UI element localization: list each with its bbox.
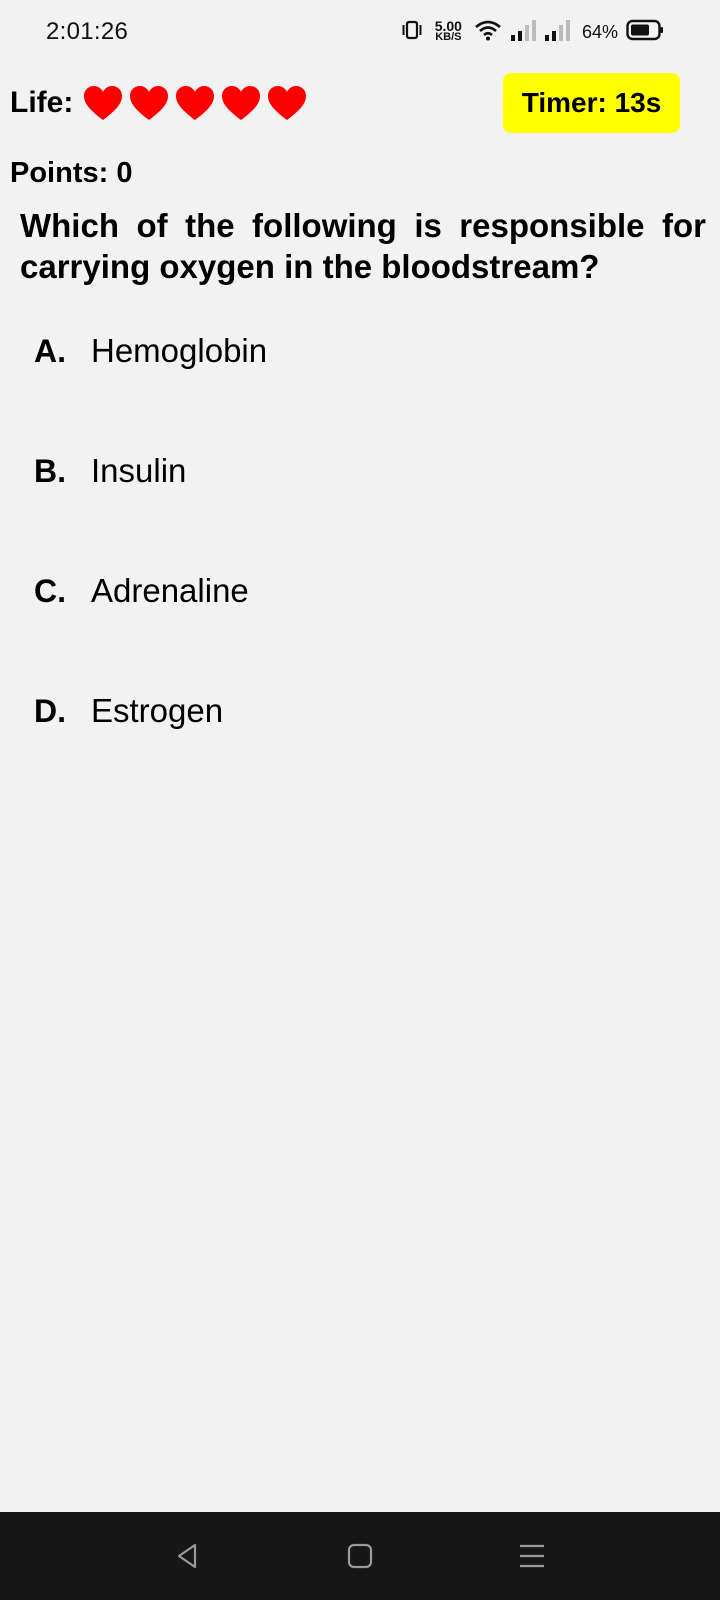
net-speed: 5.00 KB/S [435, 19, 462, 43]
life-indicator: Life: [10, 85, 307, 121]
game-header: Life: Timer: 13s [10, 72, 680, 134]
net-speed-unit: KB/S [435, 31, 462, 43]
option-d[interactable]: D. Estrogen [34, 680, 684, 742]
heart-icon [130, 86, 169, 120]
option-letter: D. [34, 692, 66, 729]
status-icons: 5.00 KB/S 64% [401, 19, 664, 46]
option-text: Insulin [91, 452, 187, 489]
battery-percent: 64% [581, 21, 618, 42]
option-letter: B. [34, 452, 66, 489]
option-text: Hemoglobin [91, 332, 268, 369]
option-letter: A. [34, 332, 66, 369]
option-text: Estrogen [91, 692, 224, 729]
option-b[interactable]: B. Insulin [34, 440, 684, 502]
option-letter: C. [34, 572, 66, 609]
heart-icon [84, 86, 123, 120]
battery-icon [626, 19, 664, 46]
question-text: Which of the following is responsible fo… [20, 207, 706, 285]
option-text: Adrenaline [91, 572, 249, 609]
wifi-icon [474, 19, 502, 46]
heart-icon [222, 86, 261, 120]
option-a[interactable]: A. Hemoglobin [34, 320, 684, 382]
back-icon[interactable] [166, 1534, 210, 1578]
status-time: 2:01:26 [46, 18, 129, 45]
vibrate-icon [401, 19, 423, 46]
heart-icon [268, 86, 307, 120]
recents-icon[interactable] [510, 1534, 554, 1578]
points-label: Points: 0 [10, 157, 133, 189]
answer-options: A. Hemoglobin B. Insulin C. Adrenaline D… [34, 320, 684, 800]
home-icon[interactable] [338, 1534, 382, 1578]
timer-badge: Timer: 13s [503, 73, 680, 133]
hearts-container [83, 85, 307, 121]
heart-icon [176, 86, 215, 120]
option-c[interactable]: C. Adrenaline [34, 560, 684, 622]
signal-2-icon [544, 19, 570, 46]
signal-1-icon [510, 19, 536, 46]
status-bar: 2:01:26 5.00 KB/S 64% [0, 0, 720, 64]
system-nav-bar [0, 1512, 720, 1600]
life-label: Life: [10, 86, 74, 119]
